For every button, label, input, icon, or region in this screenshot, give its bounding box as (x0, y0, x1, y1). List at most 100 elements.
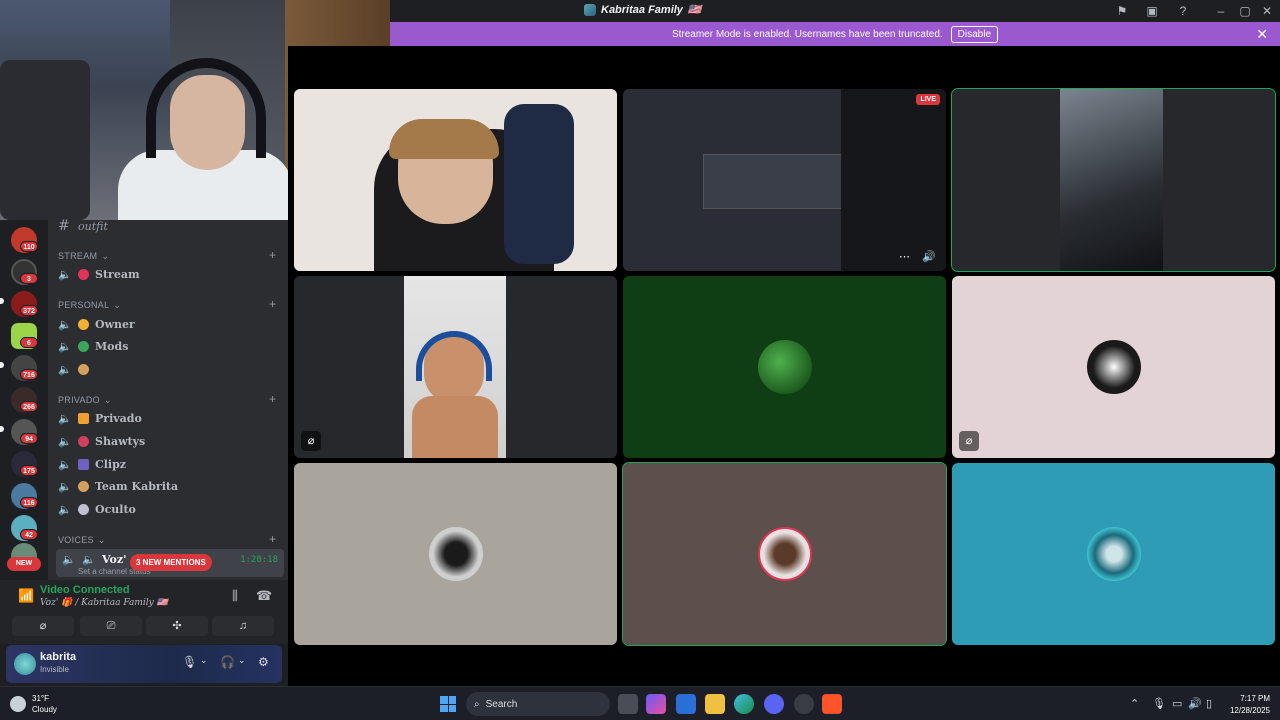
chevron-down-icon[interactable]: ⌄ (238, 655, 246, 666)
username[interactable]: kabrita (40, 651, 76, 663)
screen-icon[interactable]: ▣ (1144, 3, 1160, 19)
user-panel: kabrita Invisible 🎙 ⌄ 🎧 ⌄ ⚙ (6, 645, 282, 683)
server-badge-1: 110 (20, 241, 38, 252)
activities-button[interactable]: ✣ (146, 616, 208, 636)
category-stream[interactable]: STREAM ⌄ (58, 251, 109, 262)
signal-icon[interactable]: 📶 (18, 588, 34, 604)
inbox-icon[interactable]: ⚑ (1114, 3, 1130, 19)
hashtag-icon: # (58, 218, 70, 234)
discord-window: Kabritaa Family 🇺🇸 ⚑ ▣ ? – ▢ ✕ Streamer … (0, 0, 1280, 720)
server-badge-2: 3 (20, 273, 38, 284)
speaker-icon: 🔈 (58, 362, 72, 376)
speaker-icon: 🔈 (58, 479, 72, 493)
speaker-icon: 🔈 (58, 339, 72, 353)
channel-outfit[interactable]: # outfit (58, 216, 108, 236)
voice-status[interactable]: Video Connected (40, 584, 130, 596)
speaker-icon: 🔈 (58, 457, 72, 471)
channel-clipz[interactable]: 🔈 Clipz (58, 454, 126, 474)
chevron-up-icon[interactable]: ⌃ (1130, 697, 1139, 710)
chevron-down-icon: ⌄ (101, 251, 110, 261)
microphone-icon[interactable]: 🎙 (1152, 697, 1166, 710)
video-tile-screenshare[interactable]: LIVE ⋯ 🔊 (623, 89, 946, 271)
chevron-down-icon: ⌄ (97, 535, 106, 545)
channel-unnamed[interactable]: 🔈 (58, 359, 89, 379)
video-tile-5[interactable] (623, 276, 946, 458)
video-tile-6[interactable]: ⌀ (952, 276, 1275, 458)
disconnect-icon[interactable]: ☎ (256, 588, 272, 604)
channel-privado[interactable]: 🔈 Privado (58, 408, 142, 428)
headphones-icon[interactable]: 🎧 (220, 655, 235, 669)
channel-sidebar: # outfit STREAM ⌄ + 🔈 Stream PERSONAL ⌄ + … (48, 218, 288, 580)
noise-suppression-icon[interactable]: ⫼ (232, 588, 238, 604)
avatar[interactable] (14, 653, 36, 675)
category-privado[interactable]: PRIVADO ⌄ (58, 395, 112, 406)
more-icon[interactable]: ⋯ (899, 250, 910, 263)
help-icon[interactable]: ? (1175, 3, 1191, 19)
video-tile-3[interactable] (951, 88, 1276, 272)
channel-name: Shawtys (95, 434, 146, 448)
screen-share-button[interactable]: ⎚ (80, 616, 142, 636)
file-explorer-icon[interactable] (705, 694, 725, 714)
gear-icon[interactable]: ⚙ (258, 655, 269, 669)
minimize-button[interactable]: – (1212, 2, 1230, 20)
close-window-button[interactable]: ✕ (1258, 2, 1276, 20)
server-badge-5: 716 (20, 369, 38, 380)
channel-owner[interactable]: 🔈 Owner (58, 314, 135, 334)
channel-name: Clipz (95, 457, 127, 471)
chevron-down-icon[interactable]: ⌄ (200, 655, 208, 666)
server-badge-7: 94 (20, 433, 38, 444)
category-personal[interactable]: PERSONAL ⌄ (58, 300, 121, 311)
add-channel-icon[interactable]: + (269, 248, 276, 262)
edge-icon[interactable] (734, 694, 754, 714)
server-badge-3: 372 (20, 305, 38, 316)
voice-location[interactable]: Voz' 🎁 / Kabritaa Family 🇺🇸 (40, 598, 168, 608)
microphone-icon[interactable]: 🎙 (182, 655, 197, 669)
network-icon[interactable]: ▭ (1172, 697, 1182, 710)
soundboard-button[interactable]: ♫ (212, 616, 274, 636)
channel-team-kabrita[interactable]: 🔈 Team Kabrita (58, 476, 178, 496)
window-title: Kabritaa Family 🇺🇸 (584, 3, 702, 16)
avatar (758, 527, 812, 581)
volume-icon[interactable]: 🔊 (922, 250, 936, 263)
taskbar-search[interactable]: ⌕ Search (466, 692, 610, 716)
new-unreads-pill[interactable]: NEW (7, 557, 41, 571)
video-tile-1[interactable] (294, 89, 617, 271)
app-icon[interactable] (794, 694, 814, 714)
video-tile-9[interactable] (952, 463, 1275, 645)
server-icon (584, 3, 596, 16)
voice-timer: 1:20:18 (240, 555, 278, 565)
video-tile-7[interactable] (294, 463, 617, 645)
video-tile-8[interactable] (622, 462, 947, 646)
channel-oculto[interactable]: 🔈 Oculto (58, 499, 136, 519)
server-badge-8: 175 (20, 465, 38, 476)
camera-off-icon: ⌀ (301, 431, 321, 451)
channel-name: Oculto (95, 502, 136, 516)
add-channel-icon[interactable]: + (269, 392, 276, 406)
add-channel-icon[interactable]: + (269, 532, 276, 546)
maximize-button[interactable]: ▢ (1236, 2, 1254, 20)
ghost-emoji (78, 503, 89, 515)
disable-button[interactable]: Disable (950, 25, 999, 43)
outlook-icon[interactable] (676, 694, 696, 714)
camera-off-icon: ⌀ (959, 431, 979, 451)
avatar (429, 527, 483, 581)
task-view-icon[interactable] (618, 694, 638, 714)
category-voices[interactable]: VOICES ⌄ (58, 535, 106, 546)
weather-widget[interactable]: 31°F Cloudy (10, 693, 57, 715)
brave-icon[interactable] (822, 694, 842, 714)
camera-off-button[interactable]: ⌀ (12, 616, 74, 636)
chevron-down-icon: ⌄ (103, 395, 112, 405)
add-channel-icon[interactable]: + (269, 297, 276, 311)
channel-mods[interactable]: 🔈 Mods (58, 336, 128, 356)
discord-icon[interactable] (764, 694, 784, 714)
channel-stream[interactable]: 🔈 Stream (58, 264, 140, 284)
new-mentions-pill[interactable]: 3 NEW MENTIONS (130, 554, 212, 571)
start-button[interactable] (440, 696, 456, 712)
clock[interactable]: 7:17 PM 12/28/2025 (1222, 693, 1270, 717)
battery-icon[interactable]: ▯ (1206, 697, 1212, 710)
channel-shawtys[interactable]: 🔈 Shawtys (58, 431, 145, 451)
close-banner-icon[interactable]: ✕ (1256, 26, 1268, 43)
video-tile-4[interactable]: ⌀ (294, 276, 617, 458)
copilot-icon[interactable] (646, 694, 666, 714)
volume-icon[interactable]: 🔊 (1188, 697, 1202, 710)
